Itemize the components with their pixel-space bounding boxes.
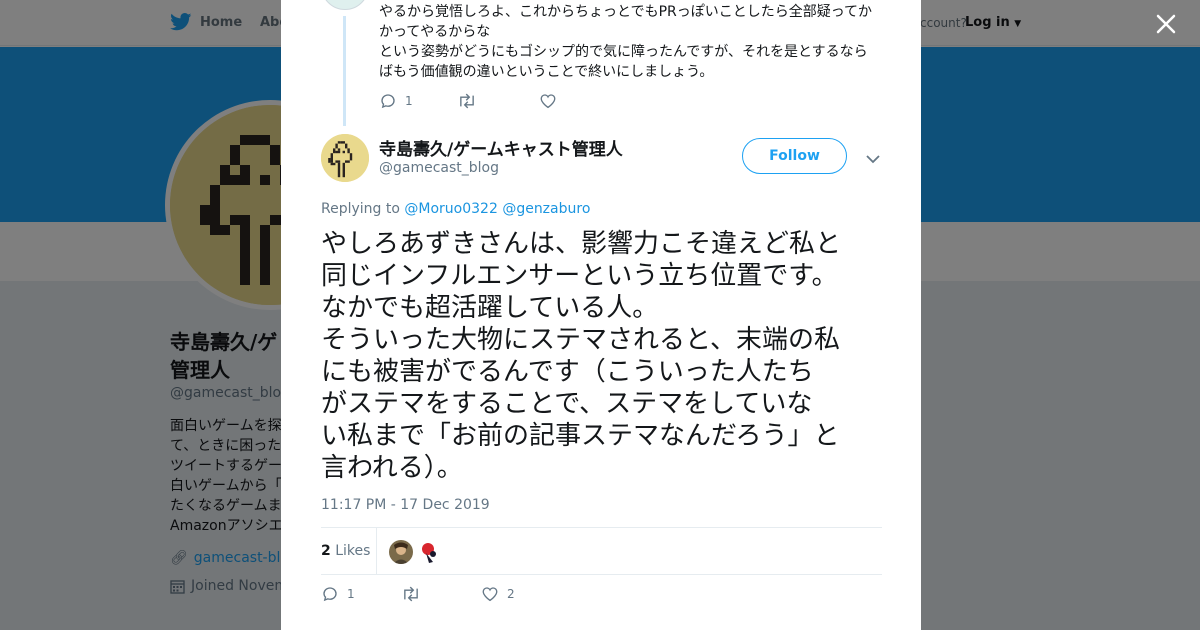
stats-divider [376,528,377,574]
reply-button[interactable]: 1 [321,585,401,603]
user-avatar-icon [389,540,413,564]
tweet-modal: やるから覚悟しろよ、これからちょっとでもPRっぽいことしたら全部疑ってか かって… [281,0,921,630]
tweet-author-name[interactable]: 寺島壽久/ゲームキャスト管理人 [379,135,623,160]
close-icon [1156,14,1176,34]
replying-prefix: Replying to [321,201,400,217]
retweet-button[interactable] [401,585,481,603]
follow-button[interactable]: Follow [742,138,847,174]
likes-count: 2 [321,543,331,559]
close-modal-button[interactable] [1154,12,1178,36]
user-avatar-icon [418,540,442,564]
like-count: 2 [507,587,515,601]
liker-avatar[interactable] [389,540,413,564]
previous-tweet-actions: 1 [379,92,557,110]
previous-tweet-text: やるから覚悟しろよ、これからちょっとでもPRっぽいことしたら全部疑ってか かって… [379,4,873,80]
reply-icon [381,94,395,109]
tweet-options-caret[interactable] [865,150,881,164]
reply-count: 1 [347,587,355,601]
likes-stat[interactable]: 2 Likes [321,543,370,559]
previous-reply-button[interactable]: 1 [379,92,457,110]
replying-user-link[interactable]: @genzaburo [502,201,590,217]
thread-connector-line [343,16,346,126]
tweet-stats: 2 Likes [321,527,882,575]
chevron-down-icon [866,155,880,164]
like-button[interactable]: 2 [481,585,515,603]
liker-avatar[interactable] [418,540,442,564]
reply-icon [323,587,337,602]
retweet-icon [404,586,418,602]
likes-label: Likes [335,543,371,559]
replying-to-line: Replying to @Moruo0322 @genzaburo [321,201,590,217]
replying-user-link[interactable]: @Moruo0322 [404,201,497,217]
pixel-character-avatar-icon [321,134,369,182]
previous-reply-count: 1 [405,94,413,108]
tweet-actions: 1 2 [321,585,515,603]
heart-icon [540,94,556,109]
tweet-author-avatar[interactable] [321,134,369,182]
retweet-icon [460,93,474,109]
previous-retweet-button[interactable] [457,92,539,110]
previous-like-button[interactable] [539,92,557,110]
tweet-timestamp[interactable]: 11:17 PM - 17 Dec 2019 [321,497,490,513]
tweet-text: やしろあずきさんは、影響力こそ違えど私と 同じインフルエンサーという立ち位置です… [321,229,842,483]
previous-tweet-avatar[interactable] [321,0,369,10]
tweet-author-handle[interactable]: @gamecast_blog [379,160,499,176]
heart-icon [482,587,498,602]
